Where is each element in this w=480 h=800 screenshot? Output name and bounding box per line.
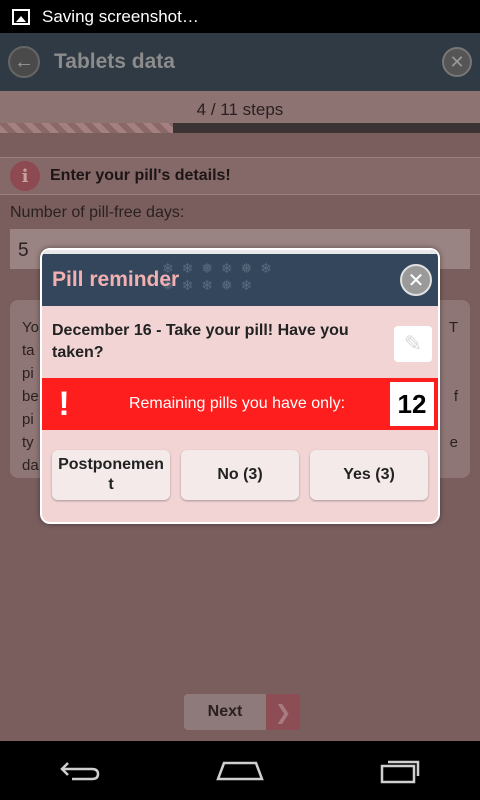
home-icon[interactable] [210,751,270,791]
no-button[interactable]: No (3) [181,450,299,500]
dialog-header: ❄ ❄ ❅ ❄ ❅ ❄ ❅ ❄ ❄ ❅ ❄ Pill reminder ✕ [42,250,438,306]
info-banner: i Enter your pill's details! [0,157,480,195]
remaining-count: 12 [390,382,434,426]
reminder-message-row: December 16 - Take your pill! Have you t… [42,306,438,378]
dialog-title: Pill reminder [52,268,180,291]
image-icon [12,8,30,25]
pill-free-days-label: Number of pill-free days: [10,204,185,221]
warning-text: Remaining pills you have only: [128,395,346,412]
back-icon[interactable]: ← [8,46,40,78]
pill-reminder-dialog: ❄ ❄ ❅ ❄ ❅ ❄ ❅ ❄ ❄ ❅ ❄ Pill reminder ✕ Dec… [40,248,440,524]
progress-bar [0,123,480,133]
status-bar: Saving screenshot… [0,0,480,33]
info-icon: i [10,161,40,191]
yes-button[interactable]: Yes (3) [310,450,428,500]
app-header: ← Tablets data ✕ [0,33,480,91]
info-text: Enter your pill's details! [50,167,231,184]
next-button[interactable]: Next ❯ [184,694,300,730]
navigation-bar [0,741,480,800]
recent-apps-icon[interactable] [370,751,430,791]
page-title: Tablets data [54,50,175,73]
back-nav-icon[interactable] [50,751,110,791]
postpone-button[interactable]: Postponement [52,450,170,500]
next-label: Next [184,694,266,730]
progress-fill [0,123,173,133]
status-text: Saving screenshot… [42,6,199,26]
chevron-right-icon: ❯ [266,694,300,730]
close-icon[interactable]: ✕ [442,47,472,77]
dialog-button-row: Postponement No (3) Yes (3) [42,430,438,500]
pencil-icon[interactable]: ✎ [394,326,432,362]
close-icon[interactable]: ✕ [400,264,432,296]
reminder-message: December 16 - Take your pill! Have you t… [52,322,349,361]
remaining-pills-warning: ! Remaining pills you have only: 12 [42,378,438,430]
exclamation-icon: ! [58,384,70,423]
steps-indicator: 4 / 11 steps [0,91,480,123]
